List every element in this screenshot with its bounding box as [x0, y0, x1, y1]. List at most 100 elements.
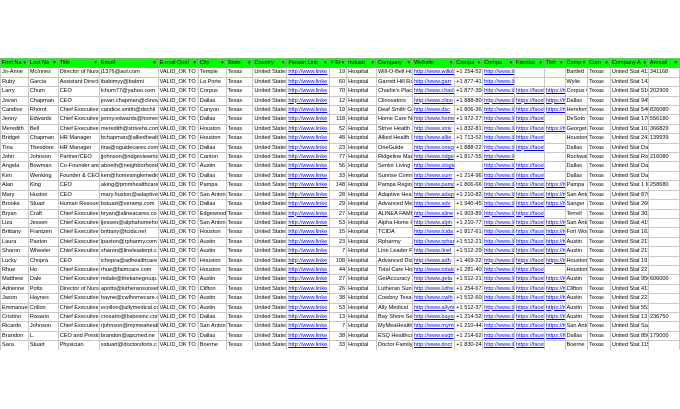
table-cell[interactable]: Chief Executive	[57, 246, 100, 257]
table-cell[interactable]: Hospital	[346, 86, 377, 97]
table-cell[interactable]: +1 832-819	[454, 123, 484, 135]
table-cell[interactable]: Craft	[27, 208, 59, 219]
table-cell[interactable]	[647, 264, 680, 276]
table-cell[interactable]: United Stat Dallas, Texas, United States	[609, 170, 649, 182]
filter-dropdown-icon[interactable]: ▼	[582, 60, 586, 67]
table-cell[interactable]: Hospital	[346, 180, 377, 191]
table-cell[interactable]: Hospital	[346, 142, 377, 154]
table-cell[interactable]: Rhue	[0, 264, 29, 276]
table-cell[interactable]: Sunrise Commu	[375, 170, 414, 182]
filter-dropdown-icon[interactable]: ▼	[220, 60, 224, 67]
table-cell[interactable]: United Stat 1625 College Ave, Fort Worth…	[609, 227, 649, 238]
table-cell[interactable]: Hospital	[346, 133, 377, 144]
table-cell[interactable]: http://www.linke	[286, 340, 330, 351]
table-cell[interactable]: http://www.linkedin.com/compa	[482, 217, 516, 229]
column-header[interactable]: State ▼	[225, 57, 254, 69]
table-cell[interactable]: http://www.linkedin.com/compa	[482, 255, 516, 266]
table-cell[interactable]	[647, 321, 680, 332]
table-cell[interactable]: 38	[328, 330, 348, 342]
table-cell[interactable]: https://tw	[543, 95, 566, 107]
table-cell[interactable]	[647, 227, 680, 238]
table-cell[interactable]	[543, 114, 566, 125]
table-cell[interactable]: http://www.linkedin.com/compa	[482, 311, 516, 323]
table-cell[interactable]: https://faceb	[514, 105, 545, 116]
table-cell[interactable]: https://tw	[543, 105, 566, 116]
table-cell[interactable]: Austin	[564, 274, 589, 285]
table-cell[interactable]	[543, 264, 566, 276]
table-cell[interactable]: Dallas	[197, 199, 227, 210]
table-cell[interactable]: https://faceb	[514, 264, 545, 276]
table-cell[interactable]: http://www.linke	[286, 283, 330, 295]
table-cell[interactable]: jjohnson@ridgeviewmd	[98, 152, 159, 163]
table-cell[interactable]: 23	[328, 142, 348, 154]
table-cell[interactable]: https://faceb	[514, 133, 545, 144]
table-cell[interactable]: https://tw	[543, 293, 566, 304]
table-cell[interactable]: VALID_OK TO S	[157, 302, 199, 313]
table-cell[interactable]: crosario@bsboxinc.com	[98, 311, 159, 323]
table-cell[interactable]: http://www.allym	[412, 302, 456, 313]
table-cell[interactable]: http://www.linkedin.com/compa	[482, 302, 516, 313]
table-cell[interactable]: http://www.linkedin.com/compa	[482, 142, 516, 154]
table-cell[interactable]: Texas	[225, 170, 254, 182]
table-cell[interactable]: http://www.linkedin.com/compa	[482, 180, 516, 191]
table-cell[interactable]: VALID_OK TO S	[157, 95, 199, 107]
table-cell[interactable]: http://www.adapt	[412, 189, 456, 201]
table-cell[interactable]: Sharon	[0, 246, 29, 257]
table-cell[interactable]: 258680	[647, 180, 680, 191]
table-cell[interactable]: Houston	[564, 264, 589, 276]
table-cell[interactable]: Boerne	[197, 340, 227, 351]
table-cell[interactable]: http://www.geta	[412, 274, 456, 285]
table-cell[interactable]: Texas	[587, 208, 611, 219]
table-cell[interactable]: Texas	[587, 86, 611, 97]
table-cell[interactable]: ecollon@allymedical.co	[98, 302, 159, 313]
table-cell[interactable]: Dallas	[197, 142, 227, 154]
table-cell[interactable]: https://faceb	[514, 255, 545, 266]
table-cell[interactable]: bstuart@veramp.com	[98, 199, 159, 210]
table-cell[interactable]: https://faceb	[514, 180, 545, 191]
table-cell[interactable]: Texas	[225, 142, 254, 154]
table-cell[interactable]: Austin	[564, 302, 589, 313]
table-cell[interactable]: Co-Founder and	[57, 161, 100, 172]
table-cell[interactable]: VALID_OK TO S	[157, 189, 199, 201]
table-cell[interactable]: Potts	[27, 283, 59, 295]
table-cell[interactable]: Alpha Home H	[375, 217, 414, 229]
table-cell[interactable]: https://tw	[543, 217, 566, 229]
table-cell[interactable]: Emmanuel	[0, 302, 29, 313]
table-cell[interactable]: Houston	[564, 133, 589, 144]
table-cell[interactable]: Chief Executive	[57, 105, 100, 116]
table-cell[interactable]	[647, 142, 680, 154]
table-cell[interactable]: http://www.linke	[286, 161, 330, 172]
table-cell[interactable]: McInnes	[27, 67, 59, 78]
table-cell[interactable]: Hospital	[346, 255, 377, 266]
table-cell[interactable]: http://www.rphar	[412, 236, 456, 248]
table-cell[interactable]: Bryan	[0, 208, 29, 219]
table-cell[interactable]	[543, 340, 566, 351]
table-cell[interactable]: Jessen	[27, 217, 59, 229]
table-cell[interactable]: Rosario	[27, 311, 59, 323]
column-header[interactable]: E-mail Qual ▼	[157, 57, 199, 69]
table-cell[interactable]: http://www.linke	[286, 236, 330, 248]
table-cell[interactable]: https://tw	[543, 255, 566, 266]
table-cell[interactable]: Georgeto	[564, 123, 589, 135]
table-cell[interactable]: Chief Executive	[57, 321, 100, 332]
table-cell[interactable]: La Porte	[197, 76, 227, 88]
table-cell[interactable]: 38	[328, 293, 348, 304]
table-cell[interactable]: Hospital	[346, 199, 377, 210]
table-cell[interactable]: Texas	[587, 189, 611, 201]
table-cell[interactable]: Collon	[27, 302, 59, 313]
table-cell[interactable]: Larry	[0, 86, 29, 97]
table-cell[interactable]: San Antoni	[197, 321, 227, 332]
table-cell[interactable]: Dallas	[564, 170, 589, 182]
table-cell[interactable]: brittany@tcida.net	[98, 227, 159, 238]
table-cell[interactable]: Bell	[27, 123, 59, 135]
table-cell[interactable]: Advanced Me	[375, 199, 414, 210]
table-cell[interactable]: Texas	[587, 199, 611, 210]
table-cell[interactable]: 15	[328, 227, 348, 238]
table-cell[interactable]: http://www.linkedin.com/compa	[482, 293, 516, 304]
table-cell[interactable]: Chum	[27, 86, 59, 97]
table-cell[interactable]: Hospital	[346, 330, 377, 342]
table-cell[interactable]: Chapman	[27, 133, 59, 144]
table-cell[interactable]: CEO and Presid	[57, 330, 100, 342]
table-cell[interactable]: VALID_OK TO S	[157, 133, 199, 144]
table-cell[interactable]: United States	[252, 161, 288, 172]
